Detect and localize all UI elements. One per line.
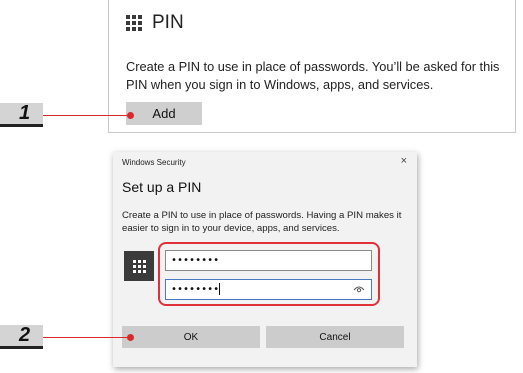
step-pointer-line (43, 114, 130, 116)
dialog-heading: Set up a PIN (122, 179, 202, 195)
step-1-marker: 1 (0, 102, 134, 127)
dialog-description: Create a PIN to use in place of password… (122, 210, 402, 234)
keypad-icon (124, 251, 154, 281)
pin-settings-panel: PIN Create a PIN to use in place of pass… (108, 0, 516, 133)
keypad-icon (126, 12, 142, 34)
dialog-window-title: Windows Security (122, 158, 186, 167)
cancel-button[interactable]: Cancel (266, 326, 404, 348)
windows-security-dialog: Windows Security × Set up a PIN Create a… (113, 152, 417, 367)
step-pointer-line (43, 336, 130, 338)
pin-header: PIN (126, 12, 184, 34)
pin-description: Create a PIN to use in place of password… (126, 59, 500, 92)
step-pointer-dot (127, 333, 134, 341)
add-pin-button[interactable]: Add (126, 102, 202, 125)
step-number: 2 (0, 324, 43, 349)
close-icon[interactable]: × (401, 155, 407, 167)
step-pointer-dot (127, 111, 134, 119)
step-2-marker: 2 (0, 324, 134, 349)
pin-fields-highlight (158, 242, 380, 306)
step-number: 1 (0, 102, 43, 127)
ok-button[interactable]: OK (122, 326, 260, 348)
pin-title: PIN (152, 12, 184, 33)
